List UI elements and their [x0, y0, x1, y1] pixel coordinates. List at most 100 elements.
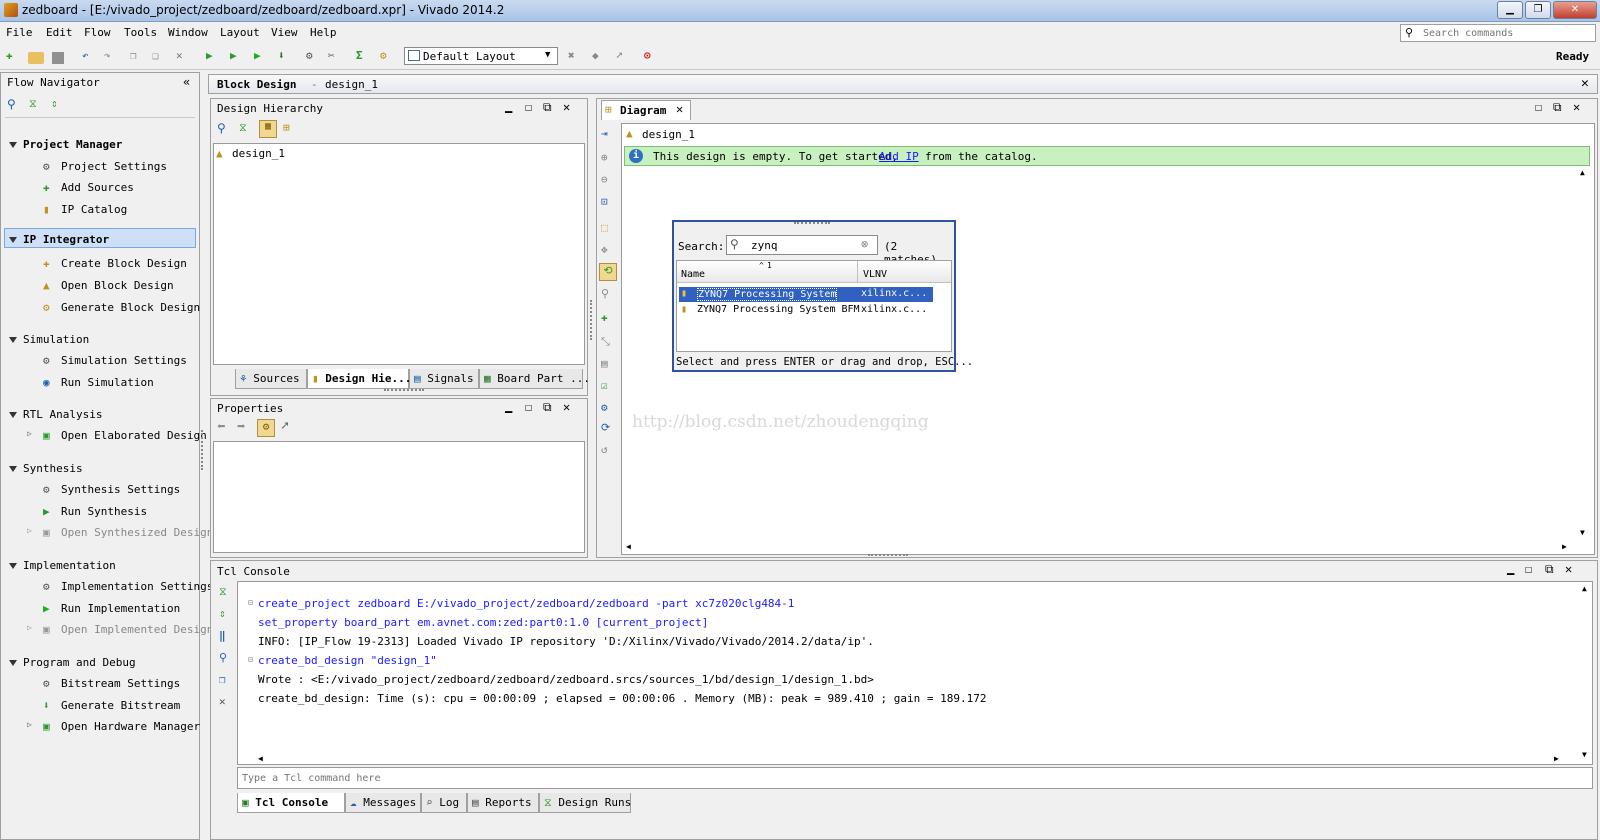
section-synthesis[interactable]: Synthesis	[9, 462, 83, 475]
run-synthesis-toolbar-icon[interactable]: ▶	[206, 49, 222, 65]
tab-reports[interactable]: ▤ Reports	[467, 793, 539, 813]
menu-flow[interactable]: Flow	[84, 26, 111, 39]
redo-icon[interactable]: ↷	[104, 49, 120, 65]
tree-expand-icon[interactable]: ▷	[27, 429, 32, 438]
tree-expand-icon[interactable]: ▷	[27, 526, 32, 535]
make-connection-icon[interactable]: ⤡	[601, 335, 610, 349]
tab-design-runs[interactable]: ⧖ Design Runs	[539, 793, 631, 813]
nav-generate-bitstream[interactable]: ⬇ Generate Bitstream	[43, 699, 180, 713]
nav-run-synthesis[interactable]: ▶ Run Synthesis	[43, 505, 147, 519]
tab-log[interactable]: ⌕ Log	[421, 793, 467, 813]
validate-design-icon[interactable]: ☑	[601, 379, 608, 392]
scroll-left-icon[interactable]: ◀	[258, 754, 263, 763]
undo-layout-icon[interactable]: ↺	[601, 443, 608, 456]
scroll-down-icon[interactable]: ▼	[1582, 750, 1587, 759]
bitstream-icon[interactable]: ⬇	[278, 49, 294, 65]
settings-gear-icon[interactable]: ⚙	[306, 49, 322, 65]
menu-window[interactable]: Window	[168, 26, 208, 39]
delete-icon[interactable]: ✕	[176, 49, 192, 65]
maximize-button[interactable]: ❐	[1525, 1, 1551, 19]
show-hierarchy-icon[interactable]: ▦	[259, 120, 277, 138]
tree-expand-icon[interactable]: ▷	[27, 623, 32, 632]
expand-all-icon[interactable]: ⇕	[51, 97, 58, 110]
maximize-panel-icon[interactable]: ☐	[525, 400, 532, 414]
menu-file[interactable]: File	[6, 26, 33, 39]
nav-implementation-settings[interactable]: ⚙ Implementation Settings	[43, 580, 213, 594]
tab-signals[interactable]: ▤ Signals	[409, 369, 479, 389]
search-commands-box[interactable]: ⚲	[1400, 24, 1596, 42]
nav-simulation-settings[interactable]: ⚙ Simulation Settings	[43, 354, 187, 368]
zoom-out-icon[interactable]: ⊖	[601, 173, 608, 186]
project-settings-icon[interactable]: ⚙	[380, 49, 396, 65]
section-rtl-analysis[interactable]: RTL Analysis	[9, 408, 102, 421]
zoom-in-icon[interactable]: ⊕	[601, 151, 608, 164]
scroll-right-icon[interactable]: ▶	[1562, 542, 1567, 551]
select-pointer-icon[interactable]: ➚	[281, 419, 289, 434]
col-name-header[interactable]: Name	[681, 269, 705, 280]
section-simulation[interactable]: Simulation	[9, 333, 89, 346]
vertical-splitter-handle[interactable]	[201, 430, 204, 470]
save-icon[interactable]	[52, 52, 64, 64]
sum-icon[interactable]: Σ	[356, 49, 372, 65]
nav-open-implemented-design[interactable]: ▣ Open Implemented Design	[43, 623, 213, 637]
run-icon[interactable]: ▶	[254, 49, 270, 65]
section-program-and-debug[interactable]: Program and Debug	[9, 656, 136, 669]
menu-layout[interactable]: Layout	[220, 26, 260, 39]
search-icon[interactable]: ⚲	[601, 287, 609, 300]
nav-run-simulation[interactable]: ◉ Run Simulation	[43, 376, 154, 390]
tcl-command-input[interactable]	[242, 771, 1582, 785]
close-panel-icon[interactable]: ✕	[1565, 562, 1572, 576]
diamond-icon[interactable]: ◆	[592, 49, 608, 65]
nav-open-synthesized-design[interactable]: ▣ Open Synthesized Design	[43, 526, 213, 540]
close-icon[interactable]: ✕	[1581, 76, 1589, 91]
float-panel-icon[interactable]: ⧉	[1545, 562, 1554, 577]
horizontal-splitter-handle[interactable]	[384, 389, 424, 392]
clear-search-icon[interactable]: ⊗	[861, 237, 868, 251]
tools-icon[interactable]: ✂	[328, 49, 344, 65]
table-row[interactable]: ▮ ZYNQ7 Processing System BFM xilinx.c..…	[679, 303, 933, 318]
minimize-panel-icon[interactable]: ▁	[505, 99, 512, 113]
create-port-icon[interactable]: ▤	[601, 357, 608, 370]
scroll-up-icon[interactable]: ▲	[1582, 584, 1587, 593]
popup-drag-handle[interactable]	[794, 222, 830, 225]
tab-sources[interactable]: ⚘ Sources	[235, 369, 307, 389]
nav-ip-catalog[interactable]: ▮ IP Catalog	[43, 203, 127, 217]
open-project-icon[interactable]	[28, 52, 44, 64]
hierarchy-root[interactable]: design_1	[232, 147, 285, 160]
run-implementation-toolbar-icon[interactable]: ▶	[230, 49, 246, 65]
center-icon[interactable]: ✥	[601, 243, 608, 256]
copy-icon[interactable]: ❐	[219, 673, 226, 686]
hierarchy-tree-icon[interactable]: ⊞	[283, 121, 290, 134]
add-ip-link[interactable]: Add IP	[879, 150, 919, 163]
search-commands-input[interactable]	[1423, 26, 1593, 40]
scroll-left-icon[interactable]: ◀	[626, 542, 631, 551]
section-implementation[interactable]: Implementation	[9, 559, 116, 572]
nav-project-settings[interactable]: ⚙ Project Settings	[43, 160, 167, 174]
nav-create-block-design[interactable]: ✚ Create Block Design	[43, 257, 187, 271]
collapse-all-icon[interactable]: ⧖	[219, 585, 227, 599]
nav-generate-block-design[interactable]: ⚙ Generate Block Design	[43, 301, 200, 315]
vertical-splitter-handle-2[interactable]	[590, 300, 593, 340]
diagram-settings-icon[interactable]: ⚙	[601, 401, 608, 414]
maximize-panel-icon[interactable]: ☐	[1535, 100, 1542, 114]
zoom-area-icon[interactable]: ⊡	[601, 195, 608, 208]
add-ip-icon[interactable]: ✚	[601, 311, 608, 324]
copy-icon[interactable]: ❐	[130, 49, 146, 65]
tree-expand-icon[interactable]: ▷	[27, 720, 32, 729]
float-panel-icon[interactable]: ⧉	[543, 400, 552, 415]
tab-diagram[interactable]: ⊞ Diagram ✕	[601, 100, 691, 120]
nav-open-hardware-manager[interactable]: ▣ Open Hardware Manager	[43, 720, 200, 734]
help-icon[interactable]: ⊙	[644, 49, 660, 65]
regenerate-layout-icon[interactable]: ⟲	[599, 263, 617, 281]
scroll-down-icon[interactable]: ▼	[1580, 528, 1585, 537]
forward-arrow-icon[interactable]: ➡	[237, 419, 245, 435]
search-icon[interactable]: ⚲	[7, 97, 16, 111]
search-console-icon[interactable]: ⚲	[219, 651, 227, 664]
close-button[interactable]: ✕	[1553, 1, 1597, 19]
diagram-canvas[interactable]: ▲ design_1 i This design is empty. To ge…	[621, 123, 1595, 555]
maximize-panel-icon[interactable]: ☐	[1525, 562, 1532, 576]
new-project-icon[interactable]: ✚	[6, 49, 22, 65]
expand-all-icon[interactable]: ⇕	[219, 607, 226, 620]
minimize-panel-icon[interactable]: ▁	[505, 399, 512, 413]
collapse-all-icon[interactable]: ⧖	[29, 97, 37, 111]
